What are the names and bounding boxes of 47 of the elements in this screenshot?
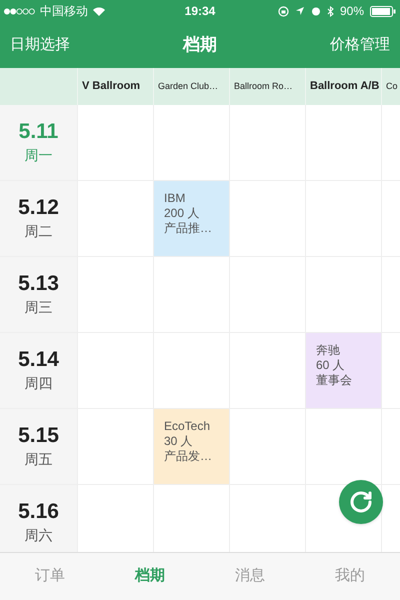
date-label: 5.14 xyxy=(18,346,59,373)
client-name: 奔驰 xyxy=(316,343,341,358)
booking-card[interactable]: 奔驰 60 人 董事会 xyxy=(305,333,381,408)
booking-card[interactable]: IBM 200 人 产品推… xyxy=(153,181,229,256)
date-label: 5.15 xyxy=(18,422,59,449)
weekday-label: 周一 xyxy=(24,146,52,166)
event-topic: 产品发… xyxy=(164,449,213,464)
date-label: 5.12 xyxy=(18,194,59,221)
location-icon xyxy=(294,6,305,16)
booking-card[interactable]: EcoTech 30 人 产品发… xyxy=(153,409,229,484)
tab-bar-item[interactable]: 档期 xyxy=(100,565,200,588)
attendee-count: 200 人 xyxy=(164,206,200,221)
attendee-count: 60 人 xyxy=(316,358,346,373)
refresh-button[interactable] xyxy=(339,480,383,524)
rotation-lock-icon xyxy=(278,6,289,16)
event-topic: 产品推… xyxy=(164,221,213,236)
date-label: 5.16 xyxy=(18,498,59,525)
wifi-icon xyxy=(92,6,106,16)
client-name: IBM xyxy=(164,191,186,206)
clock-time: 19:34 xyxy=(184,3,216,20)
tab-bar-item[interactable]: 我的 xyxy=(300,565,400,588)
date-label: 5.13 xyxy=(18,270,59,297)
battery-icon xyxy=(370,6,396,16)
column-header: V Ballroom xyxy=(82,79,140,94)
date-picker-button[interactable]: 日期选择 xyxy=(10,34,70,56)
date-label: 5.11 xyxy=(18,118,58,145)
attendee-count: 30 人 xyxy=(164,434,194,449)
bluetooth-icon xyxy=(326,6,334,16)
column-header: Co xyxy=(386,80,398,93)
weekday-label: 周二 xyxy=(24,222,52,242)
refresh-icon xyxy=(349,490,373,514)
tab-bar-item[interactable]: 消息 xyxy=(200,565,300,588)
client-name: EcoTech xyxy=(164,419,212,434)
battery-percent: 90% xyxy=(340,3,364,20)
carrier-name: 中国移动 xyxy=(40,3,88,20)
weekday-label: 周四 xyxy=(24,374,52,394)
weekday-label: 周六 xyxy=(24,526,52,546)
weekday-label: 周三 xyxy=(24,298,52,318)
column-header: Ballroom A/B xyxy=(310,79,380,94)
page-title: 档期 xyxy=(183,34,217,56)
price-management-button[interactable]: 价格管理 xyxy=(330,34,390,56)
signal-icon xyxy=(4,8,36,14)
event-topic: 董事会 xyxy=(316,373,353,388)
column-header: Ballroom Ro… xyxy=(234,80,293,93)
tab-bar-item[interactable]: 订单 xyxy=(0,565,100,588)
column-header: Garden Club… xyxy=(158,80,218,93)
weekday-label: 周五 xyxy=(24,450,52,470)
